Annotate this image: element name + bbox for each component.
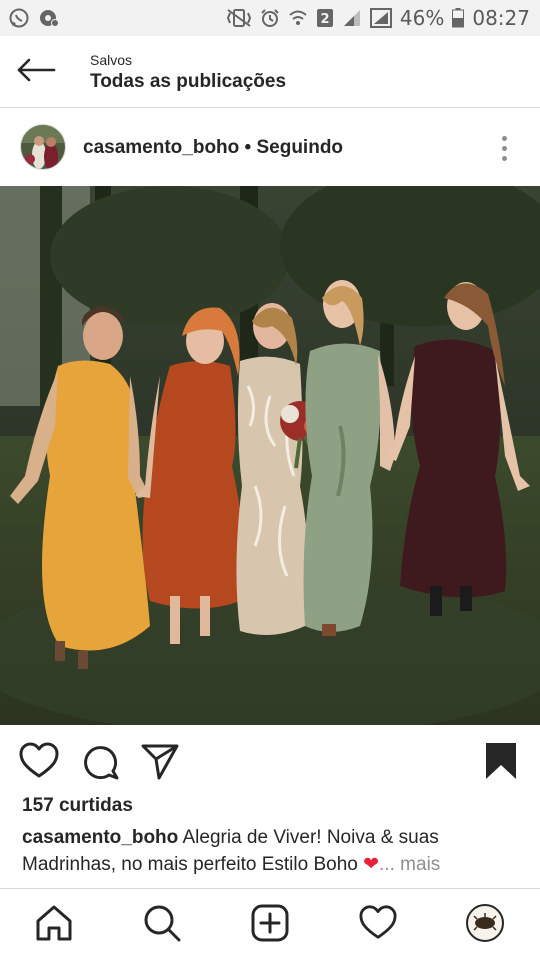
nav-profile[interactable] [463,903,507,947]
share-icon[interactable] [140,741,180,786]
caption-ellipsis: ... [379,854,401,875]
nav-search[interactable] [140,903,184,947]
add-icon [250,903,290,948]
nav-add[interactable] [248,903,292,947]
post-photo[interactable] [0,186,540,725]
signal-icon [369,8,392,28]
red-heart-emoji: ❤ [363,854,380,875]
caption-username[interactable]: casamento_boho [22,827,178,848]
status-bar: 2 46% 08:27 [0,0,540,36]
alarm-icon [260,8,280,28]
battery-icon [452,8,465,28]
caption-more-link[interactable]: mais [400,854,440,875]
arrow-left-icon [16,58,56,87]
bottom-nav [0,888,540,960]
nav-activity[interactable] [356,903,400,947]
signal-icon [342,8,362,28]
post-username[interactable]: casamento_boho [83,137,239,158]
search-icon [142,903,182,948]
vibrate-icon [226,8,252,28]
post-header: casamento_boho • Seguindo [0,110,540,186]
activity-icon [358,904,398,947]
settings-icon [38,7,60,29]
heart-icon[interactable] [18,741,60,786]
header-subtitle: Salvos [90,52,133,68]
avatar[interactable] [20,124,66,170]
svg-text:2: 2 [320,12,329,27]
profile-avatar [465,903,505,948]
post-caption: casamento_boho Alegria de Viver! Noiva &… [22,824,527,878]
sim2-icon: 2 [316,8,334,28]
home-icon [34,903,74,948]
likes-count[interactable]: 157 curtidas [22,795,133,817]
nav-home[interactable] [32,903,76,947]
post-actions [0,735,540,789]
saved-header: Salvos Todas as publicações [0,36,540,108]
whatsapp-icon [8,7,30,29]
battery-percent: 46% [399,6,445,30]
page-title: Todas as publicações [90,71,287,92]
separator: • [239,137,257,158]
comment-icon[interactable] [80,741,120,786]
clock: 08:27 [472,6,530,30]
back-button[interactable] [14,54,58,90]
wifi-icon [288,8,308,28]
post-menu-button[interactable] [492,132,516,164]
more-vertical-icon [501,135,507,161]
follow-status[interactable]: Seguindo [256,137,343,158]
post-author-line: casamento_boho • Seguindo [83,137,343,159]
bookmark-icon[interactable] [484,741,518,786]
